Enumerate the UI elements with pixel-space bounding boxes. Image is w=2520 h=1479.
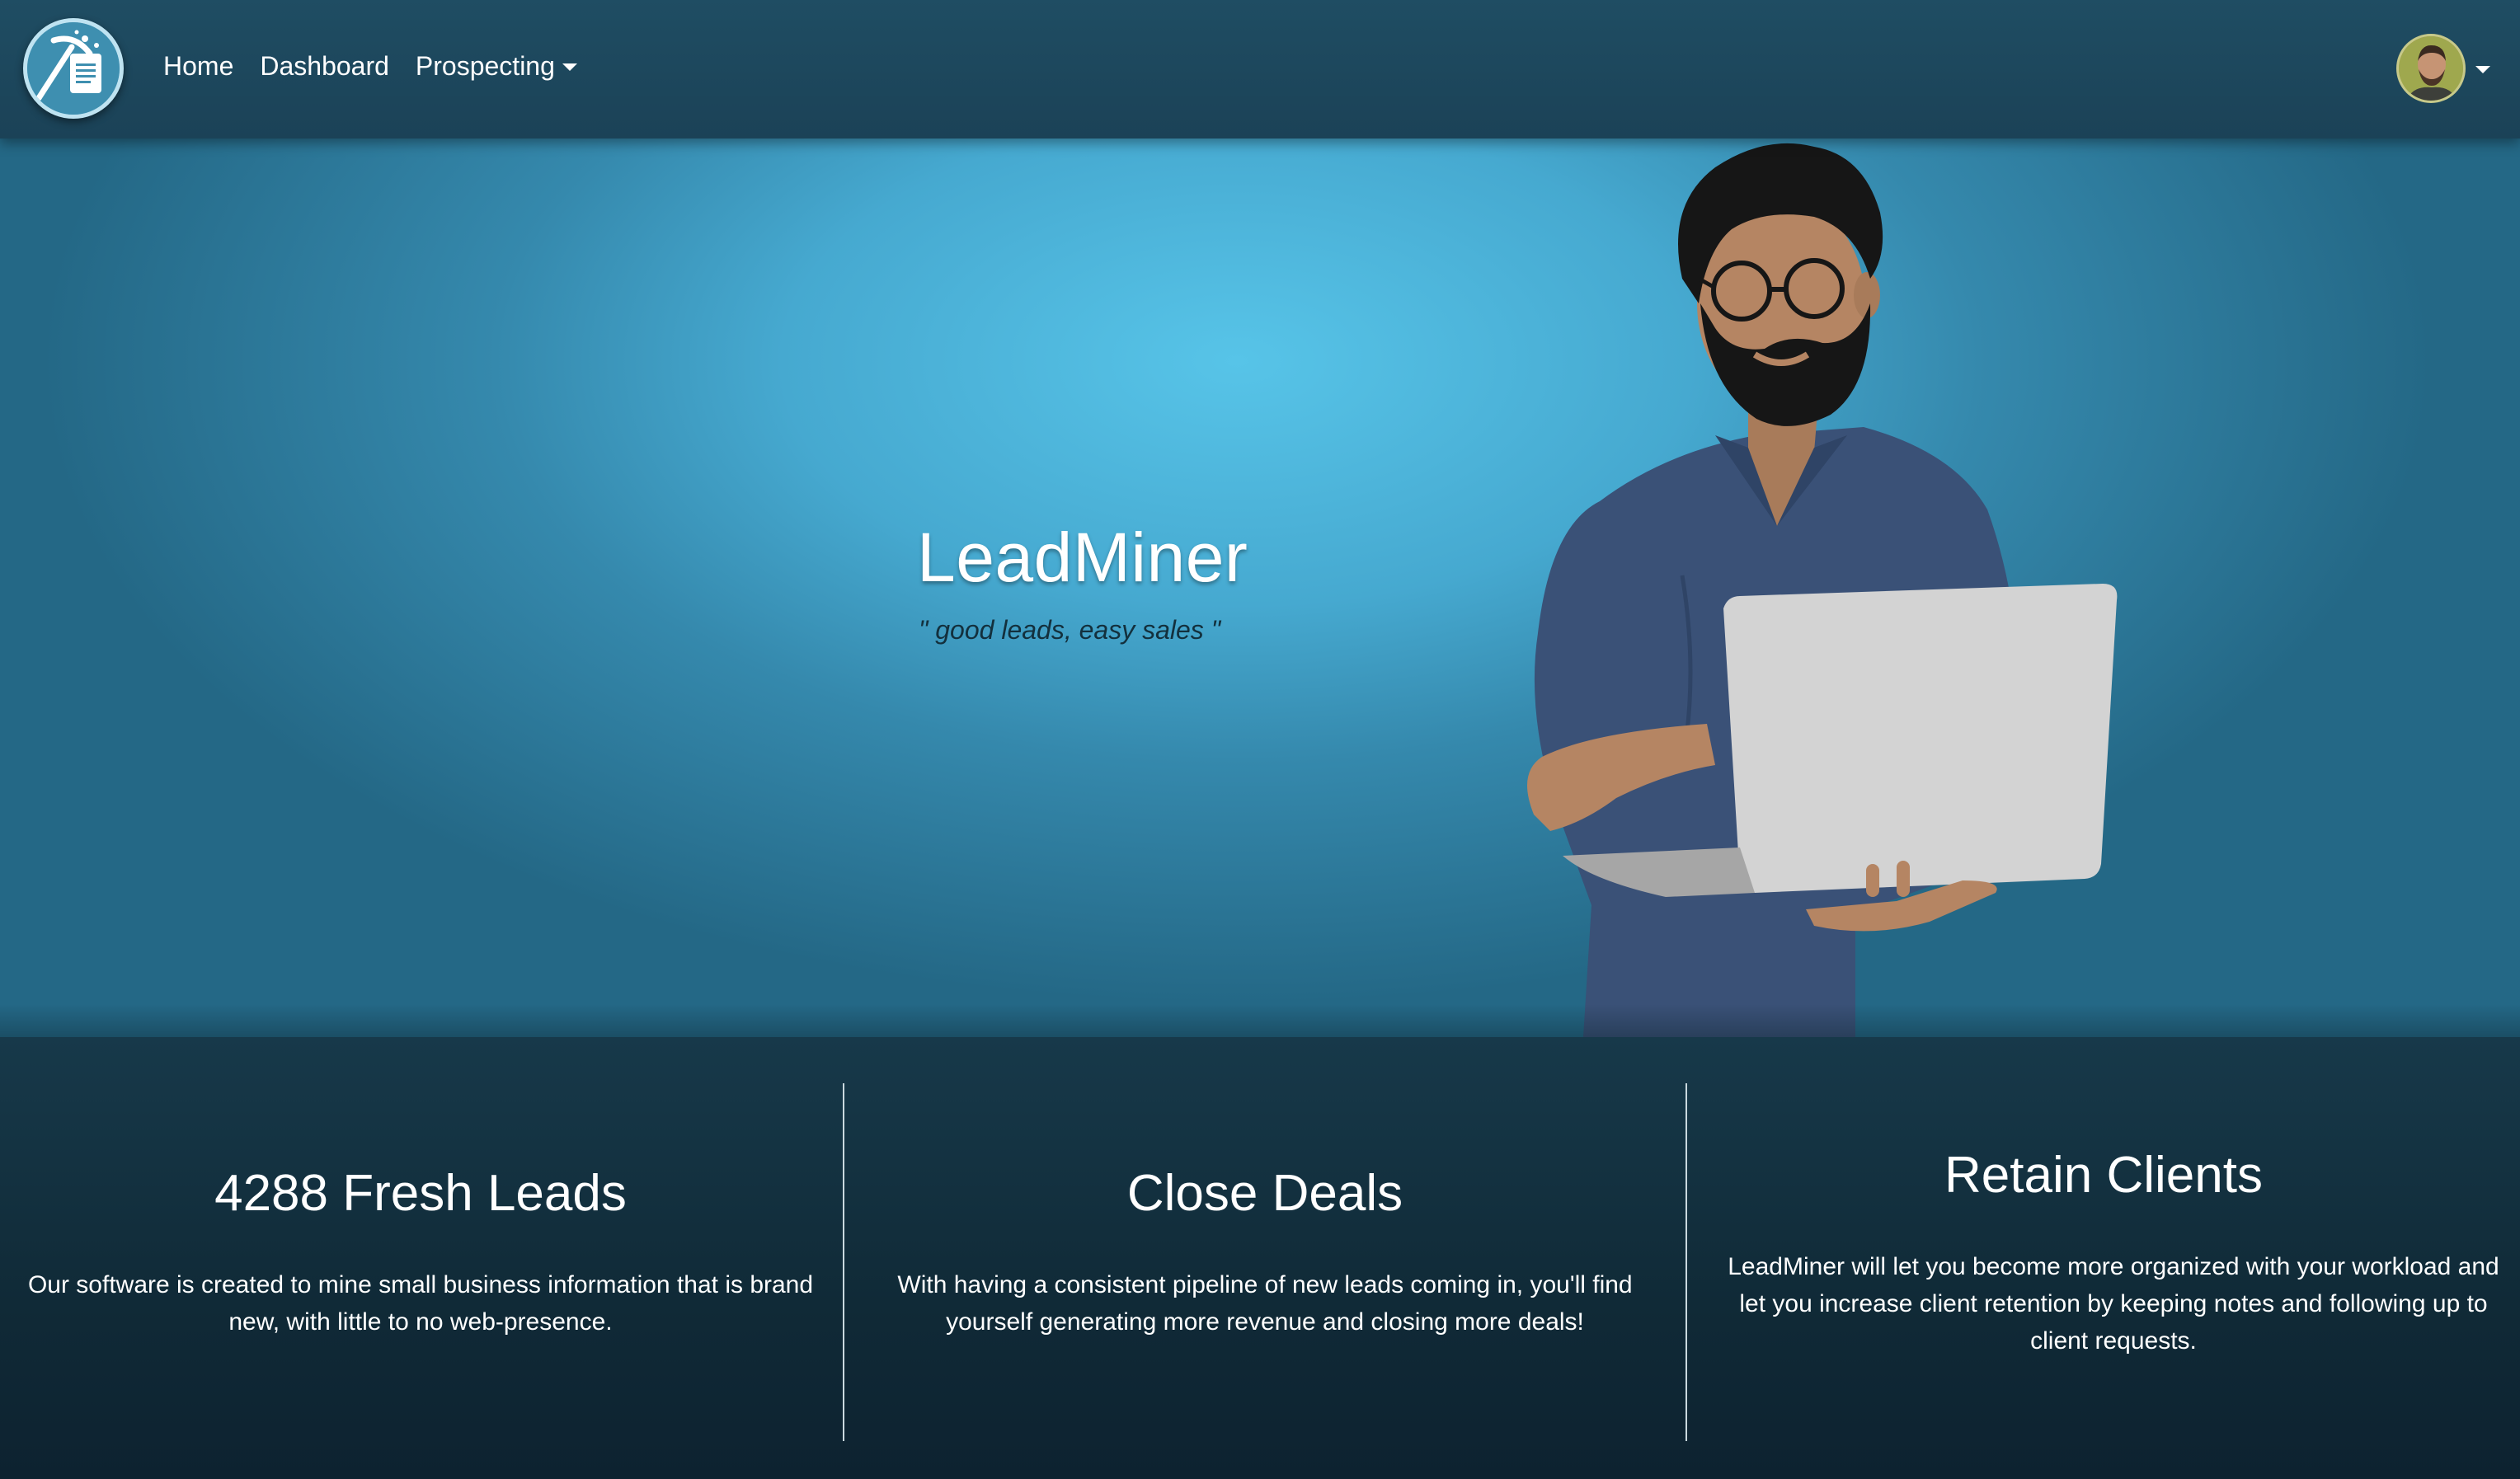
nav-home-link[interactable]: Home	[163, 46, 233, 86]
feature-description: With having a consistent pipeline of new…	[897, 1271, 1633, 1336]
caret-down-icon	[2475, 65, 2490, 73]
feature-retain-clients: Retain Clients LeadMiner will let you be…	[1685, 1083, 2520, 1441]
feature-description: LeadMiner will let you become more organ…	[1728, 1253, 2499, 1355]
caret-down-icon	[562, 63, 577, 71]
hero-bottom-shadow	[0, 1004, 2520, 1037]
nav-links: Home Dashboard Prospecting	[163, 46, 604, 86]
hero-title: LeadMiner	[917, 519, 1248, 596]
hero-tagline: " good leads, easy sales "	[919, 615, 1221, 645]
feature-close-deals: Close Deals With having a consistent pip…	[843, 1083, 1685, 1441]
brand-logo-icon[interactable]	[23, 18, 124, 119]
laptop-lid	[1723, 584, 2118, 893]
user-avatar	[2396, 34, 2466, 103]
user-menu-dropdown[interactable]	[2396, 31, 2490, 106]
top-navbar: Home Dashboard Prospecting	[0, 0, 2520, 139]
nav-prospecting-dropdown[interactable]: Prospecting	[416, 46, 577, 86]
nav-prospecting-label: Prospecting	[415, 51, 555, 81]
feature-title: Close Deals	[1126, 1165, 1403, 1222]
feature-fresh-leads: 4288 Fresh Leads Our software is created…	[0, 1083, 841, 1441]
hero-banner: LeadMiner " good leads, easy sales "	[0, 139, 2520, 1037]
nav-dashboard-link[interactable]: Dashboard	[260, 46, 389, 86]
feature-description: Our software is created to mine small bu…	[27, 1271, 814, 1336]
feature-title: Retain Clients	[1944, 1147, 2263, 1204]
man-with-laptop-illustration	[1527, 143, 2118, 1037]
feature-title: 4288 Fresh Leads	[214, 1165, 627, 1222]
features-section: 4288 Fresh Leads Our software is created…	[0, 1037, 2520, 1479]
